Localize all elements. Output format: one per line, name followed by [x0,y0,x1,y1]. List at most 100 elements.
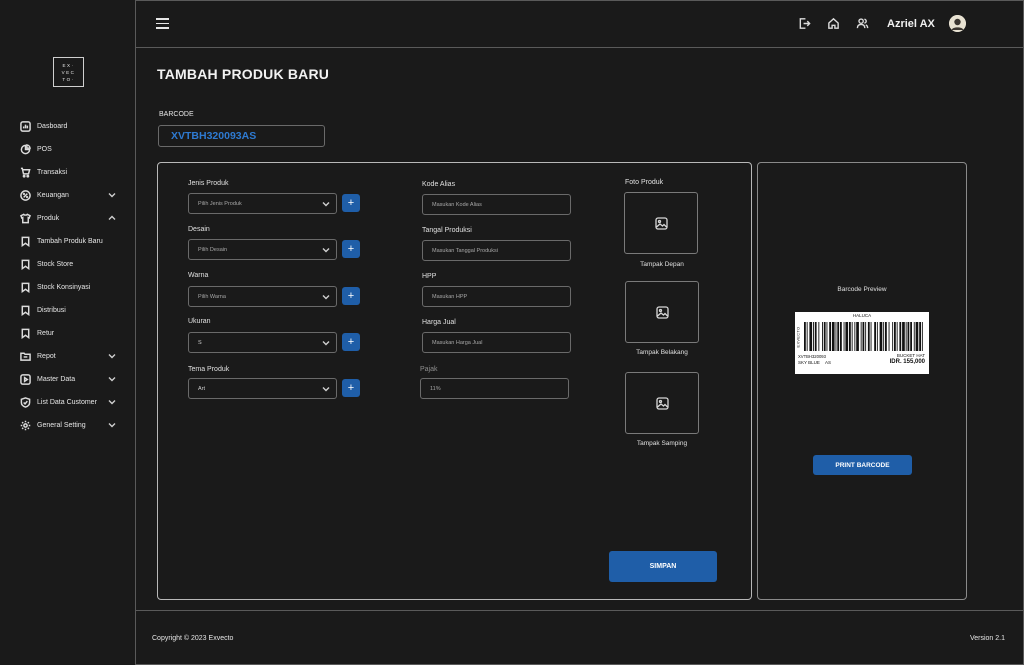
chevron-down-icon [322,248,330,253]
sidebar-item-general-setting[interactable]: General Setting [0,414,136,437]
hpp-label: HPP [422,273,437,280]
avatar[interactable] [949,15,966,32]
desain-label: Desain [188,226,210,233]
bookmark-icon [21,328,30,339]
image-icon [656,306,669,319]
ukuran-label: Ukuran [188,318,211,325]
sidebar-item-keuangan[interactable]: Keuangan [0,184,136,207]
sidebar-item-list-data-customer[interactable]: List Data Customer [0,391,136,414]
dashboard-icon [20,121,31,132]
pajak-input[interactable]: 11% [420,378,569,399]
photo-upload-front[interactable] [624,192,698,254]
photo-caption-back: Tampak Belakang [636,349,688,356]
gear-icon [20,420,31,431]
shirt-icon [20,213,31,224]
sidebar-item-tambah-produk-baru[interactable]: Tambah Produk Baru [0,230,136,253]
user-name: Azriel AX [887,18,935,30]
chevron-down-icon [322,202,330,207]
photo-caption-side: Tampak Samping [636,440,688,447]
footer: Copyright © 2023 Exvecto Version 2.1 [136,610,1024,665]
sidebar-item-stock-store[interactable]: Stock Store [0,253,136,276]
add-ukuran-button[interactable]: + [342,333,360,351]
chevron-down-icon [108,423,116,428]
jenis-produk-label: Jenis Produk [188,180,229,187]
chevron-down-icon [322,295,330,300]
percent-icon [20,190,31,201]
add-warna-button[interactable]: + [342,287,360,305]
chevron-down-icon [108,377,116,382]
add-desain-button[interactable]: + [342,240,360,258]
sidebar-item-master-data[interactable]: Master Data [0,368,136,391]
menu-toggle-button[interactable] [156,18,169,29]
chevron-down-icon [108,193,116,198]
barcode-label: BARCODE [159,111,194,118]
kode-alias-label: Kode Alias [422,181,456,188]
tema-produk-select[interactable]: Art [188,378,337,399]
print-barcode-button[interactable]: PRINT BARCODE [813,455,912,475]
add-tema-produk-button[interactable]: + [342,379,360,397]
label-size: AS [825,360,832,365]
label-price: IDR. 155,000 [889,359,925,365]
chevron-down-icon [322,387,330,392]
kode-alias-input[interactable]: Masukan Kode Alias [422,194,571,215]
version-text: Version 2.1 [969,635,1005,642]
tanggal-produksi-input[interactable]: Masukan Tanggal Produksi [422,240,571,261]
avatar-icon [949,15,966,32]
warna-label: Warna [188,272,209,279]
label-vertical-text: EXVECTO [796,326,801,348]
cart-icon [20,167,31,178]
barcode-graphic [804,322,923,351]
sidebar-item-dasboard[interactable]: Dasboard [0,115,136,138]
bookmark-icon [21,282,30,293]
hamburger-icon [156,18,169,20]
bookmark-icon [21,236,30,247]
photo-upload-side[interactable] [625,372,699,434]
topbar: Azriel AX [136,0,1024,48]
sidebar-item-produk[interactable]: Produk [0,207,136,230]
barcode-input[interactable] [158,125,325,147]
logout-icon[interactable] [798,17,811,30]
pajak-label: Pajak [420,366,438,373]
harga-jual-input[interactable]: Masukan Harga Jual [422,332,571,353]
photo-caption-front: Tampak Depan [640,261,684,268]
page-title: TAMBAH PRODUK BARU [157,66,330,82]
photo-upload-back[interactable] [625,281,699,343]
copyright-text: Copyright © 2023 Exvecto [152,635,234,642]
tema-produk-label: Tema Produk [188,366,230,373]
home-icon[interactable] [827,17,840,30]
chevron-down-icon [108,400,116,405]
sidebar-item-pos[interactable]: POS [0,138,136,161]
folder-icon [20,352,31,361]
bookmark-icon [21,305,30,316]
chevron-down-icon [108,354,116,359]
sidebar-item-retur[interactable]: Retur [0,322,136,345]
image-icon [656,397,669,410]
hpp-input[interactable]: Masukan HPP [422,286,571,307]
label-code: XVTBH320093 [798,354,826,359]
add-jenis-produk-button[interactable]: + [342,194,360,212]
sidebar-item-stock-konsinyasi[interactable]: Stock Konsinyasi [0,276,136,299]
pie-chart-icon [20,144,31,155]
sidebar-nav: Dasboard POS Transaksi Keuangan Produk T… [0,115,136,437]
label-product: BUCKET HAT [896,353,925,358]
barcode-preview-panel [757,162,967,600]
jenis-produk-select[interactable]: Pilih Jenis Produk [188,193,337,214]
desain-select[interactable]: Pilih Desain [188,239,337,260]
sidebar-item-distribusi[interactable]: Distribusi [0,299,136,322]
bookmark-icon [21,259,30,270]
sidebar: EX· VEC TO· Dasboard POS Transaksi Keuan… [0,0,136,665]
logo: EX· VEC TO· [53,57,84,87]
chevron-down-icon [322,341,330,346]
barcode-preview-title: Barcode Preview [837,286,887,293]
warna-select[interactable]: Pilih Warna [188,286,337,307]
save-button[interactable]: SIMPAN [609,551,717,582]
users-icon[interactable] [856,17,869,30]
play-square-icon [20,374,31,385]
tangal-produksi-label: Tangal Produksi [422,227,472,234]
harga-jual-label: Harga Jual [422,319,456,326]
foto-produk-label: Foto Produk [625,179,664,186]
ukuran-select[interactable]: S [188,332,337,353]
shield-check-icon [20,397,31,408]
sidebar-item-transaksi[interactable]: Transaksi [0,161,136,184]
sidebar-item-repot[interactable]: Repot [0,345,136,368]
